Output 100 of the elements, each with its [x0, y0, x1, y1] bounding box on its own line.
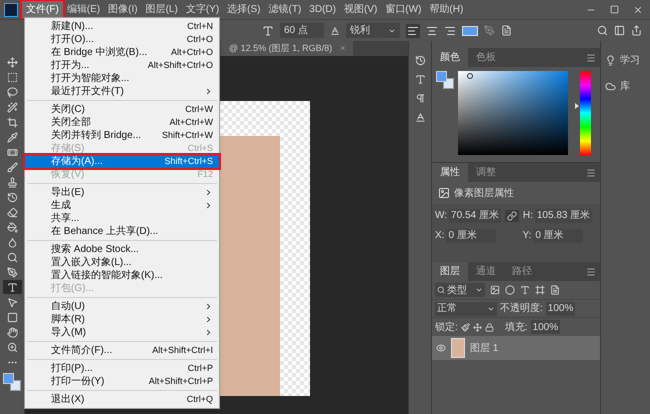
x-label: X:	[435, 229, 444, 243]
menu-item[interactable]: 退出(X) Ctrl+Q	[25, 393, 219, 406]
menu-item[interactable]: 自动(U)	[25, 300, 219, 313]
link-icon[interactable]	[504, 210, 519, 222]
side-panel-button[interactable]: 学习	[605, 51, 646, 69]
history-icon[interactable]	[414, 55, 426, 66]
lock-icon[interactable]	[484, 322, 494, 332]
menu-bar-item[interactable]: 视图(V)	[340, 1, 382, 18]
document-tab[interactable]: @ 12.5% (图层 1, RGB/8) ×	[221, 41, 354, 56]
restore-icon[interactable]	[610, 5, 619, 14]
height-field[interactable]: 105.83 厘米	[534, 208, 592, 222]
workspace-icon[interactable]	[614, 25, 625, 36]
pixel-layer-icon	[438, 187, 450, 199]
blend-mode-dropdown[interactable]: 正常	[435, 302, 497, 316]
panel-menu-icon[interactable]	[586, 53, 596, 63]
menu-bar-item[interactable]: 编辑(E)	[62, 1, 104, 18]
layer-row[interactable]: 图层 1	[432, 336, 600, 360]
panel-tab[interactable]: 属性	[432, 163, 468, 182]
menu-item[interactable]: 文件简介(F)... Alt+Shift+Ctrl+I	[25, 344, 219, 357]
adjustment-filter-icon[interactable]	[505, 285, 515, 295]
text-color-swatch[interactable]	[462, 26, 478, 36]
color-field[interactable]	[458, 71, 568, 155]
lock-label: 锁定:	[435, 320, 458, 334]
menu-bar-item[interactable]: 图像(I)	[104, 1, 142, 18]
panel-menu-icon[interactable]	[586, 267, 596, 277]
menu-item[interactable]: 新建(N)... Ctrl+N	[25, 20, 219, 33]
visibility-icon[interactable]	[436, 343, 446, 353]
layer-thumbnail	[451, 338, 465, 358]
color-swatches-icon[interactable]	[436, 71, 454, 89]
menu-item[interactable]: 最近打开文件(T)	[25, 85, 219, 98]
x-field[interactable]: 0 厘米	[446, 228, 496, 242]
panel-tab[interactable]: 通道	[468, 262, 504, 281]
layer-filter-dropdown[interactable]: 类型	[435, 283, 485, 297]
menu-item[interactable]: 导出(E)	[25, 186, 219, 199]
menu-bar-item[interactable]: 滤镜(T)	[264, 1, 306, 18]
close-icon[interactable]	[633, 4, 643, 14]
menu-bar-item[interactable]: 文件(F)	[22, 1, 63, 18]
y-field[interactable]: 0 厘米	[533, 228, 584, 242]
side-panel-button[interactable]: 库	[605, 77, 646, 95]
pixel-filter-icon[interactable]	[490, 285, 500, 295]
color-swatches-icon[interactable]	[3, 373, 21, 391]
fill-label: 填充:	[504, 320, 528, 334]
menu-item[interactable]: 搜索 Adobe Stock...	[25, 243, 219, 256]
align-center-icon[interactable]	[426, 24, 438, 36]
type-filter-icon[interactable]	[520, 285, 530, 295]
menu-item[interactable]: 在 Behance 上共享(D)...	[25, 225, 219, 238]
search-icon[interactable]	[597, 25, 608, 36]
width-field[interactable]: 70.54 厘米	[449, 208, 501, 222]
layer-name: 图层 1	[470, 342, 498, 356]
panel-tab[interactable]: 颜色	[432, 48, 468, 67]
panel-tab[interactable]: 路径	[504, 262, 540, 281]
share-icon[interactable]	[631, 25, 642, 36]
document-title: @ 12.5% (图层 1, RGB/8)	[229, 42, 332, 55]
menu-item[interactable]: 导入(M)	[25, 326, 219, 339]
menu-item[interactable]: 打印(P)... Ctrl+P	[25, 362, 219, 375]
menu-item[interactable]: 打开为智能对象...	[25, 72, 219, 85]
height-label: H:	[522, 209, 533, 223]
menu-item[interactable]: 置入嵌入对象(L)...	[25, 256, 219, 269]
menu-bar-item[interactable]: 图层(L)	[142, 1, 182, 18]
menu-item[interactable]: 关闭全部 Alt+Ctrl+W	[25, 116, 219, 129]
menu-bar-item[interactable]: 3D(D)	[305, 1, 340, 18]
font-size-field[interactable]: 60 点	[280, 23, 324, 38]
lock-position-icon[interactable]	[472, 322, 482, 332]
panel-tab[interactable]: 色板	[468, 48, 504, 67]
panel-tab[interactable]: 图层	[432, 262, 468, 281]
menu-bar-item[interactable]: 帮助(H)	[425, 1, 468, 18]
paragraph-icon[interactable]	[414, 93, 426, 104]
menu-item[interactable]: 关闭并转到 Bridge... Shift+Ctrl+W	[25, 129, 219, 142]
type-icon[interactable]	[2, 280, 22, 294]
menu-item[interactable]: 存储为(A)... Shift+Ctrl+S	[25, 155, 219, 168]
menu-item[interactable]: 关闭(C) Ctrl+W	[25, 103, 219, 116]
cloud-icon	[605, 80, 616, 92]
font-size-icon	[262, 24, 274, 36]
fill-field[interactable]: 100%	[530, 320, 560, 334]
menu-item[interactable]: 共享...	[25, 212, 219, 225]
lock-pixels-icon[interactable]	[460, 322, 470, 332]
menu-bar-item[interactable]: 选择(S)	[223, 1, 264, 18]
menu-bar-item[interactable]: 窗口(W)	[381, 1, 426, 18]
menu-item[interactable]: 打印一份(Y) Alt+Shift+Ctrl+P	[25, 375, 219, 388]
menu-item[interactable]: 打开为... Alt+Shift+Ctrl+O	[25, 59, 219, 72]
shape-filter-icon[interactable]	[535, 285, 545, 295]
menu-item[interactable]: 脚本(R)	[25, 313, 219, 326]
menu-item[interactable]: 打开(O)... Ctrl+O	[25, 33, 219, 46]
align-left-icon[interactable]	[406, 24, 420, 38]
smart-object-filter-icon[interactable]	[550, 285, 560, 295]
menu-item[interactable]: 生成	[25, 199, 219, 212]
menu-bar-item[interactable]: 文字(Y)	[182, 1, 224, 18]
y-label: Y:	[522, 229, 532, 243]
menu-item[interactable]: 在 Bridge 中浏览(B)... Alt+Ctrl+O	[25, 46, 219, 59]
hue-slider-thumb[interactable]	[575, 103, 579, 110]
align-right-icon[interactable]	[444, 24, 456, 36]
menu-item[interactable]: 置入链接的智能对象(K)...	[25, 269, 219, 282]
panel-menu-icon[interactable]	[586, 168, 596, 178]
width-label: W:	[435, 209, 448, 223]
panel-tab[interactable]: 调整	[468, 163, 504, 182]
app-logo-icon	[4, 2, 18, 16]
glyphs-icon[interactable]	[414, 112, 426, 123]
opacity-field[interactable]: 100%	[546, 302, 576, 316]
character-icon[interactable]	[414, 74, 426, 85]
antialias-dropdown[interactable]: 锐利	[346, 23, 400, 38]
